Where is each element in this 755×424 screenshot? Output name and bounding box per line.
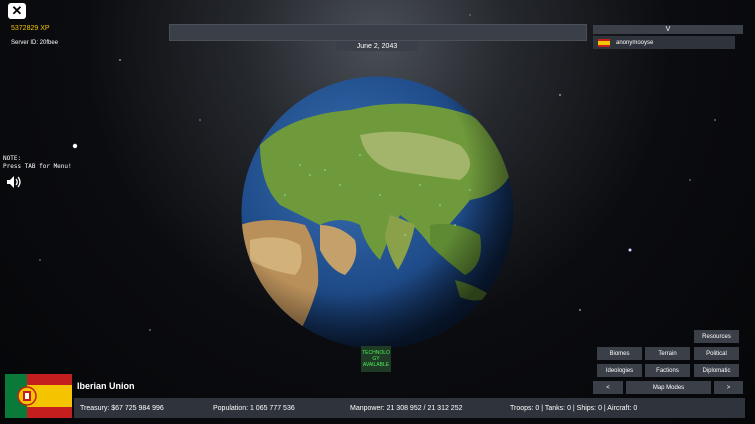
game-date: June 2, 2043 bbox=[336, 41, 418, 51]
player-name: anonymooyse bbox=[616, 39, 654, 46]
map-mode-diplomatic[interactable]: Diplomatic bbox=[694, 364, 739, 377]
map-mode-resources[interactable]: Resources bbox=[694, 330, 739, 343]
map-mode-next-button[interactable]: > bbox=[714, 381, 743, 394]
manpower-stat: Manpower: 21 308 952 / 21 312 252 bbox=[350, 404, 463, 412]
world-globe[interactable] bbox=[240, 75, 515, 350]
population-stat: Population: 1 065 777 536 bbox=[213, 404, 295, 412]
country-stats-bar: Treasury: $67 725 984 996 Population: 1 … bbox=[74, 398, 745, 418]
player-list-item[interactable]: anonymooyse bbox=[593, 36, 735, 49]
map-modes-label: Map Modes bbox=[626, 381, 711, 394]
player-flag-icon bbox=[598, 38, 610, 47]
player-list-toggle[interactable]: V bbox=[593, 25, 743, 34]
map-mode-biomes[interactable]: Biomes bbox=[597, 347, 642, 360]
close-button[interactable]: ✕ bbox=[8, 3, 26, 19]
technology-label: TECHNOLO GY AVAILABLE bbox=[362, 350, 390, 368]
map-mode-ideologies[interactable]: Ideologies bbox=[597, 364, 642, 377]
speaker-icon[interactable] bbox=[6, 175, 22, 189]
country-flag-icon bbox=[5, 374, 72, 418]
map-mode-terrain[interactable]: Terrain bbox=[645, 347, 690, 360]
map-mode-political[interactable]: Political bbox=[694, 347, 739, 360]
server-id: Server ID: 20fbee bbox=[11, 40, 59, 46]
xp-counter: 5372829 XP bbox=[11, 25, 50, 32]
menu-note: NOTE: Press TAB for Menu! bbox=[3, 155, 72, 170]
treasury-stat: Treasury: $67 725 984 996 bbox=[80, 404, 164, 412]
top-event-bar bbox=[169, 24, 587, 41]
map-mode-prev-button[interactable]: < bbox=[593, 381, 623, 394]
country-name: Iberian Union bbox=[77, 381, 135, 391]
map-mode-factions[interactable]: Factions bbox=[645, 364, 690, 377]
technology-available-button[interactable]: TECHNOLO GY AVAILABLE bbox=[361, 346, 391, 372]
military-stat: Troops: 0 | Tanks: 0 | Ships: 0 | Aircra… bbox=[510, 404, 638, 412]
